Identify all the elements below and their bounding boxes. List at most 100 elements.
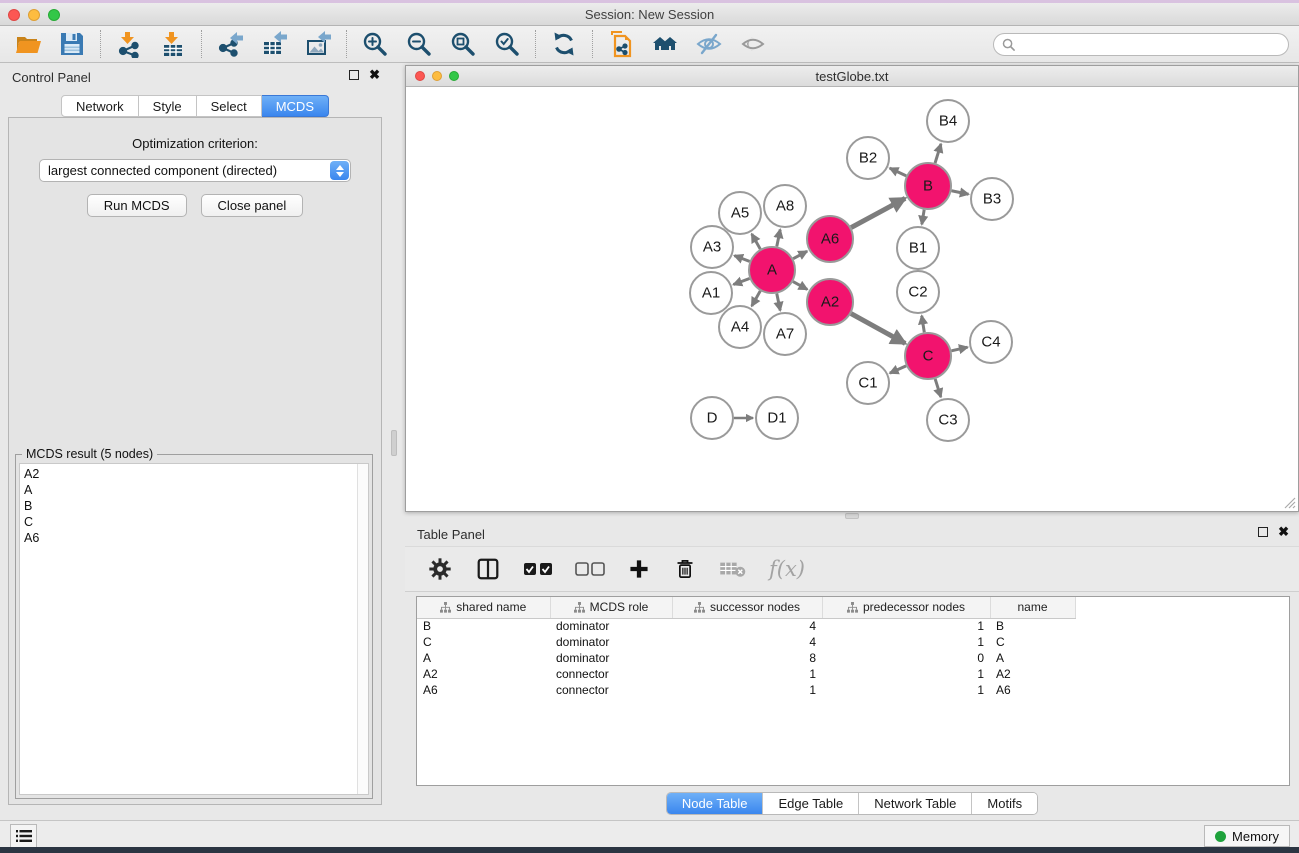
graph-node-C2[interactable]: C2 (897, 271, 939, 313)
mcds-result-list[interactable]: A2ABCA6 (19, 463, 369, 795)
export-image-icon[interactable] (304, 30, 332, 58)
tab-edge-table[interactable]: Edge Table (762, 793, 858, 814)
import-network-icon[interactable] (115, 30, 143, 58)
table-cell[interactable]: C (990, 634, 1075, 650)
zoom-out-icon[interactable] (405, 30, 433, 58)
list-scrollbar[interactable] (357, 464, 368, 794)
zoom-in-icon[interactable] (361, 30, 389, 58)
export-table-icon[interactable] (260, 30, 288, 58)
table-cell[interactable]: 1 (672, 682, 822, 698)
graph-node-B1[interactable]: B1 (897, 227, 939, 269)
delete-table-icon[interactable] (719, 559, 747, 579)
graph-node-A5[interactable]: A5 (719, 192, 761, 234)
table-cell[interactable]: dominator (550, 650, 672, 666)
graph-node-B4[interactable]: B4 (927, 100, 969, 142)
column-selector-icon[interactable] (475, 556, 501, 582)
close-panel-icon[interactable]: ✖ (1278, 527, 1289, 537)
tab-network[interactable]: Network (61, 95, 139, 117)
first-neighbors-icon[interactable] (651, 30, 679, 58)
table-cell[interactable]: 1 (822, 682, 990, 698)
new-network-from-selection-icon[interactable] (607, 30, 635, 58)
table-cell[interactable]: 8 (672, 650, 822, 666)
criterion-select[interactable]: largest connected component (directed) (39, 159, 351, 182)
graph-node-B3[interactable]: B3 (971, 178, 1013, 220)
table-cell[interactable]: A6 (990, 682, 1075, 698)
graph-node-C4[interactable]: C4 (970, 321, 1012, 363)
graph-edge-A-A4[interactable] (752, 291, 761, 306)
show-all-icon[interactable] (739, 30, 767, 58)
graph-node-A2[interactable]: A2 (807, 279, 853, 325)
float-panel-icon[interactable] (349, 70, 359, 80)
export-network-icon[interactable] (216, 30, 244, 58)
graph-node-A1[interactable]: A1 (690, 272, 732, 314)
tab-motifs[interactable]: Motifs (971, 793, 1037, 814)
graph-edge-A-A5[interactable] (752, 234, 761, 249)
close-panel-button[interactable]: Close panel (201, 194, 304, 217)
graph-node-C3[interactable]: C3 (927, 399, 969, 441)
table-cell[interactable]: 1 (822, 618, 990, 634)
task-history-button[interactable] (10, 824, 37, 848)
search-input[interactable] (1020, 38, 1288, 52)
graph-node-D1[interactable]: D1 (756, 397, 798, 439)
table-cell[interactable]: 0 (822, 650, 990, 666)
close-panel-icon[interactable]: ✖ (369, 70, 380, 80)
save-session-icon[interactable] (58, 30, 86, 58)
column-header-predecessor-nodes[interactable]: predecessor nodes (822, 597, 990, 618)
select-all-icon[interactable] (523, 561, 553, 577)
table-cell[interactable]: 4 (672, 634, 822, 650)
graph-node-B2[interactable]: B2 (847, 137, 889, 179)
graph-node-C[interactable]: C (905, 333, 951, 379)
graph-node-A3[interactable]: A3 (691, 226, 733, 268)
apply-layout-icon[interactable] (550, 30, 578, 58)
table-cell[interactable]: A2 (990, 666, 1075, 682)
tab-style[interactable]: Style (139, 95, 197, 117)
graph-edge-A-A1[interactable] (733, 278, 749, 284)
graph-edge-A-A6[interactable] (793, 251, 807, 258)
tab-mcds[interactable]: MCDS (262, 95, 329, 117)
graph-edge-C-C3[interactable] (935, 379, 941, 397)
graph-node-C1[interactable]: C1 (847, 362, 889, 404)
deselect-all-icon[interactable] (575, 561, 605, 577)
table-cell[interactable]: dominator (550, 618, 672, 634)
table-cell[interactable]: 1 (822, 666, 990, 682)
table-cell[interactable]: 1 (822, 634, 990, 650)
table-row[interactable]: Bdominator41B (417, 618, 1289, 634)
graph-edge-A-A8[interactable] (777, 230, 780, 247)
graph-edge-B-B2[interactable] (890, 168, 907, 176)
table-row[interactable]: Adominator80A (417, 650, 1289, 666)
list-item[interactable]: A6 (20, 530, 356, 546)
table-cell[interactable]: B (990, 618, 1075, 634)
open-file-icon[interactable] (14, 30, 42, 58)
float-panel-icon[interactable] (1258, 527, 1268, 537)
search-field[interactable] (993, 33, 1289, 56)
graph-edge-A2-C[interactable] (851, 314, 905, 344)
tab-select[interactable]: Select (197, 95, 262, 117)
graph-edge-A-A3[interactable] (734, 256, 749, 262)
horizontal-splitter-handle[interactable] (845, 513, 859, 519)
tab-network-table[interactable]: Network Table (858, 793, 971, 814)
node-table[interactable]: shared nameMCDS rolesuccessor nodesprede… (416, 596, 1290, 786)
table-cell[interactable]: connector (550, 666, 672, 682)
graph-edge-B-B3[interactable] (952, 191, 969, 194)
table-row[interactable]: Cdominator41C (417, 634, 1289, 650)
add-row-icon[interactable] (627, 557, 651, 581)
column-header-shared-name[interactable]: shared name (417, 597, 550, 618)
column-header-name[interactable]: name (990, 597, 1075, 618)
graph-edge-A6-B[interactable] (851, 198, 905, 227)
graph-node-A7[interactable]: A7 (764, 313, 806, 355)
memory-button[interactable]: Memory (1204, 825, 1290, 847)
table-row[interactable]: A2connector11A2 (417, 666, 1289, 682)
graph-edge-C-C4[interactable] (951, 347, 967, 351)
graph-edge-A-A7[interactable] (777, 294, 780, 311)
table-cell[interactable]: 1 (672, 666, 822, 682)
function-builder-icon[interactable]: f(x) (769, 557, 805, 581)
table-settings-icon[interactable] (427, 556, 453, 582)
resize-grip[interactable] (1282, 495, 1296, 509)
graph-edge-C-C1[interactable] (890, 366, 906, 373)
hide-selected-icon[interactable] (695, 30, 723, 58)
table-cell[interactable]: A2 (417, 666, 550, 682)
graph-edge-B-B1[interactable] (922, 210, 924, 225)
list-item[interactable]: B (20, 498, 356, 514)
graph-node-A[interactable]: A (749, 247, 795, 293)
table-row[interactable]: A6connector11A6 (417, 682, 1289, 698)
